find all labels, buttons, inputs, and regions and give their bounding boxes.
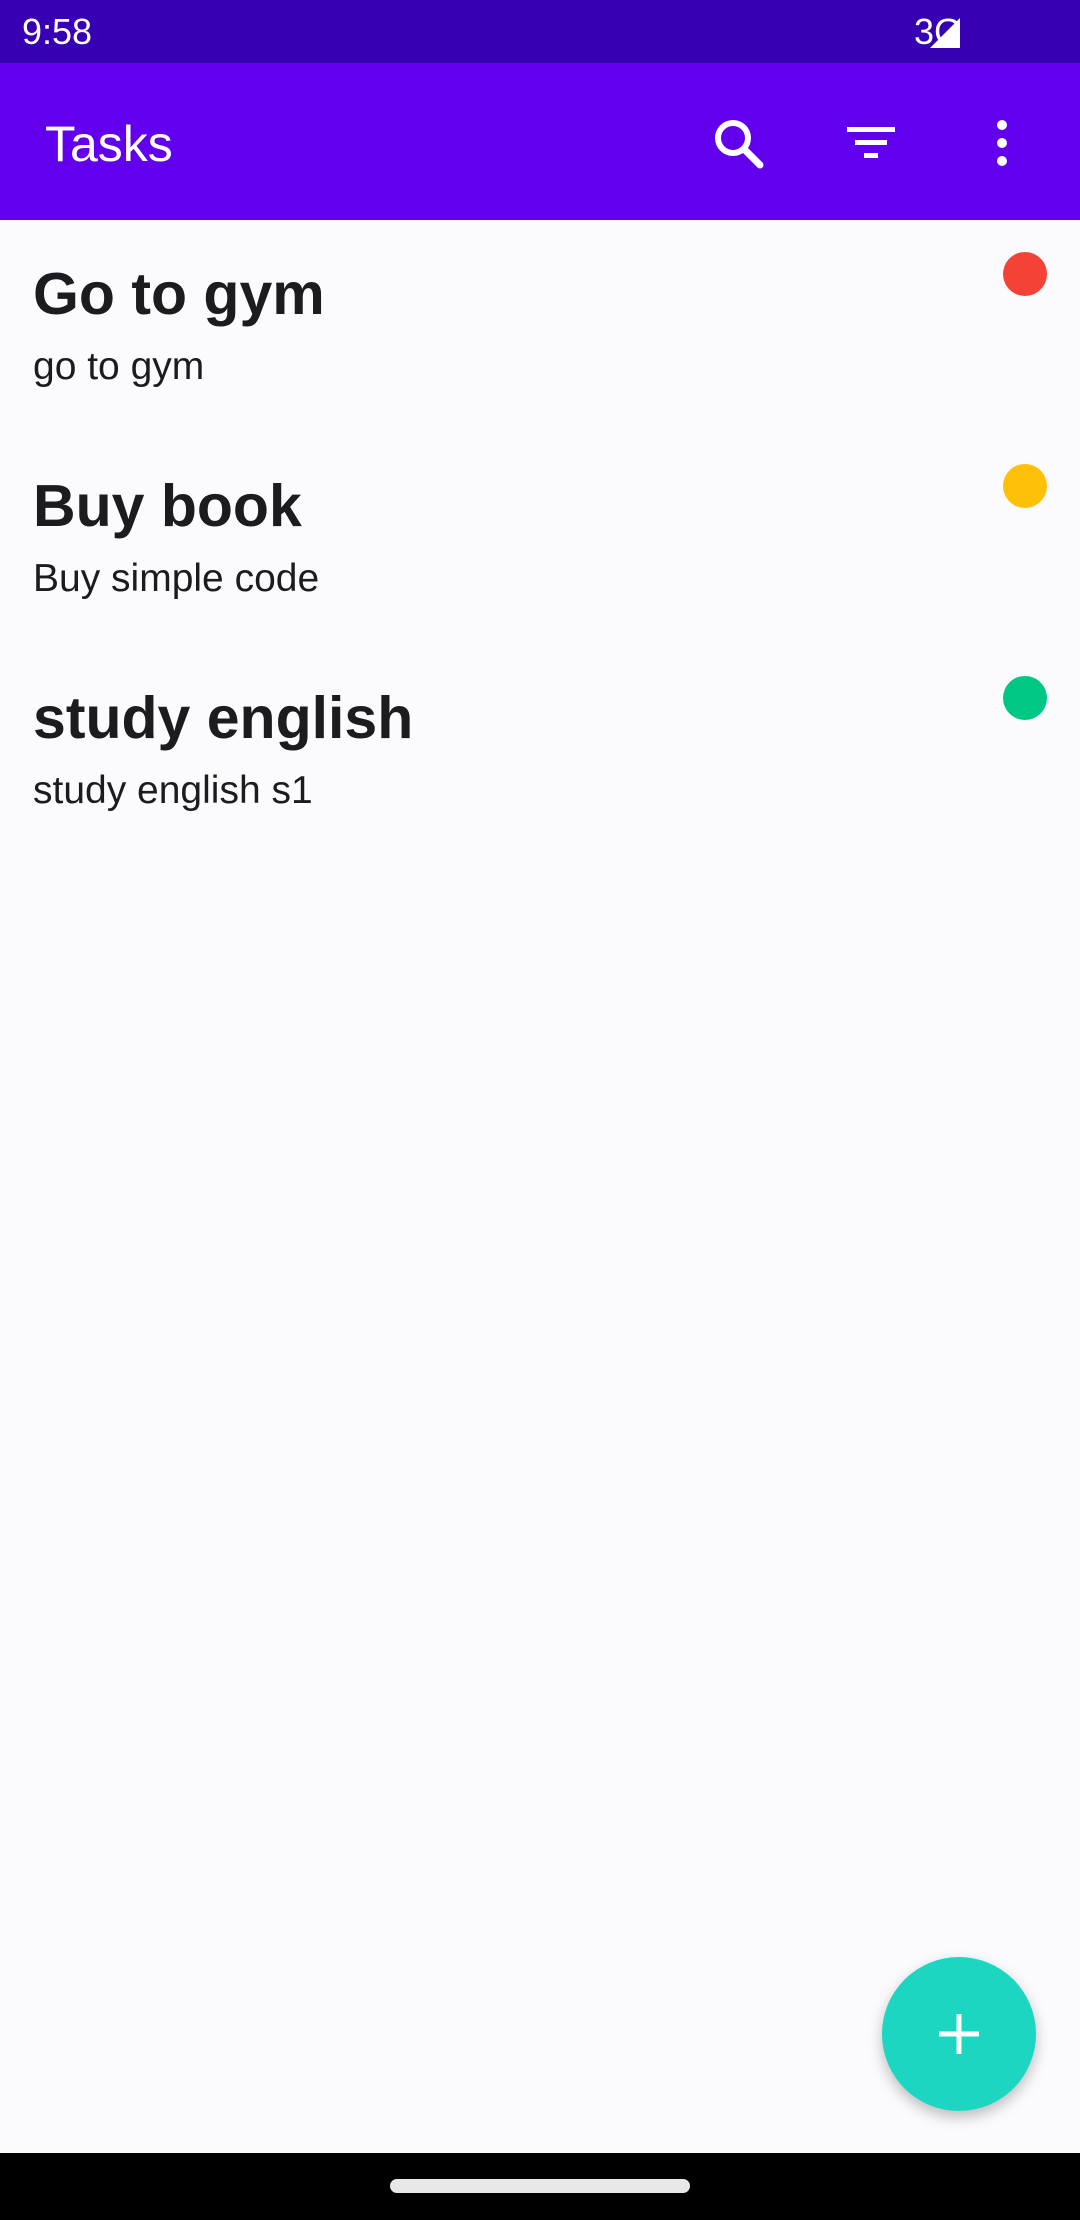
navigation-bar — [0, 2153, 1080, 2220]
signal-icon — [930, 18, 960, 48]
status-bar: 9:58 3G — [0, 0, 1080, 63]
task-item[interactable]: study english study english s1 — [0, 644, 1080, 856]
task-title: Buy book — [33, 473, 302, 539]
more-options-button[interactable] — [964, 105, 1040, 181]
add-icon — [939, 2014, 979, 2054]
priority-indicator — [1003, 676, 1047, 720]
page-title: Tasks — [45, 116, 173, 172]
status-time: 9:58 — [22, 11, 93, 52]
priority-indicator — [1003, 252, 1047, 296]
priority-indicator — [1003, 464, 1047, 508]
task-list: Go to gym go to gym Buy book Buy simple … — [0, 220, 1080, 856]
search-icon — [715, 120, 764, 169]
more-vert-icon — [997, 120, 1007, 166]
search-button[interactable] — [700, 105, 776, 181]
task-description: study english s1 — [33, 769, 313, 812]
task-item[interactable]: Go to gym go to gym — [0, 220, 1080, 432]
filter-icon — [847, 127, 895, 158]
task-description: Buy simple code — [33, 557, 320, 600]
task-title: study english — [33, 685, 414, 751]
home-gesture-handle[interactable] — [390, 2179, 690, 2193]
app-bar: Tasks — [0, 63, 1080, 220]
task-title: Go to gym — [33, 261, 325, 327]
task-item[interactable]: Buy book Buy simple code — [0, 432, 1080, 644]
add-task-button[interactable] — [882, 1957, 1036, 2111]
task-description: go to gym — [33, 345, 205, 388]
filter-button[interactable] — [833, 105, 909, 181]
